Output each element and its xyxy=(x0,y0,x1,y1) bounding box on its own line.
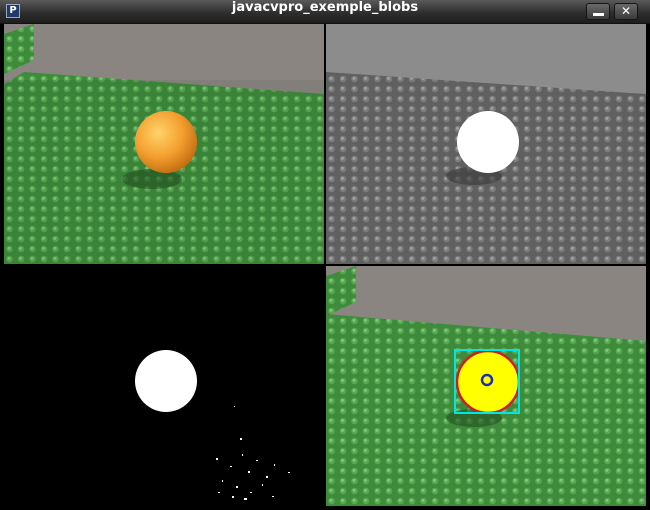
binary-threshold-frame xyxy=(4,266,324,506)
close-icon: ✕ xyxy=(620,4,632,18)
grayscale-frame xyxy=(326,24,646,264)
grayscale-view xyxy=(326,24,646,264)
minimize-button[interactable] xyxy=(586,3,610,20)
title-bar[interactable]: P javacvpro_exemple_blobs ✕ xyxy=(0,0,650,24)
blob-shape xyxy=(455,349,521,415)
app-window: P javacvpro_exemple_blobs ✕ xyxy=(0,0,650,510)
blob-detection-frame xyxy=(326,266,646,506)
binary-threshold-view xyxy=(4,266,324,506)
sketch-canvas[interactable] xyxy=(4,24,646,506)
blob-detection-view xyxy=(326,266,646,506)
close-button[interactable]: ✕ xyxy=(614,3,638,20)
minimize-icon xyxy=(593,13,604,16)
window-title: javacvpro_exemple_blobs xyxy=(231,0,419,15)
source-color-view xyxy=(4,24,324,264)
source-color-frame xyxy=(4,24,324,264)
